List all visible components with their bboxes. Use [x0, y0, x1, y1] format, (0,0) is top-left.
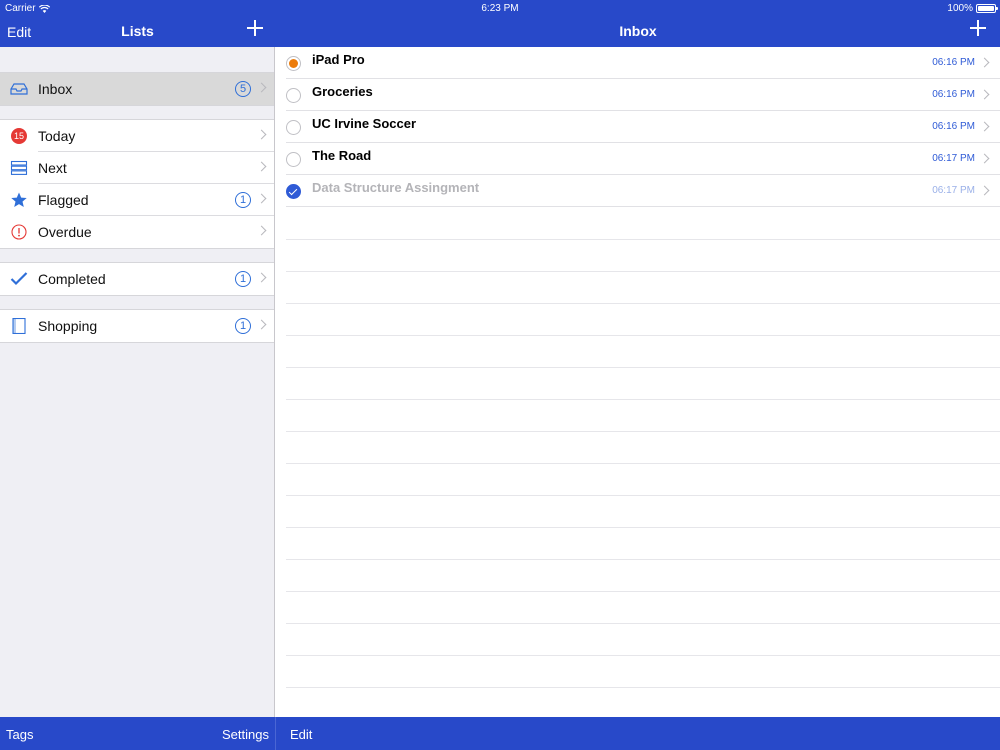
sidebar-item-flagged[interactable]: Flagged 1 — [0, 183, 274, 216]
sidebar-nav: Edit Lists — [0, 16, 275, 47]
checkmark-icon — [10, 272, 28, 286]
sidebar-item-label: Today — [38, 128, 76, 144]
battery-group: 100% — [947, 3, 998, 14]
empty-row-line — [286, 527, 1000, 528]
task-title: Groceries — [312, 84, 373, 99]
status-bar: Carrier 6:23 PM 100% — [0, 0, 1000, 16]
task-title: The Road — [312, 148, 372, 163]
task-time: 06:17 PM — [932, 185, 975, 196]
complete-radio[interactable] — [286, 120, 301, 135]
lists-title: Lists — [121, 23, 154, 39]
sidebar-item-today[interactable]: 15 Today — [0, 120, 274, 152]
empty-row-line — [286, 271, 1000, 272]
chevron-right-icon — [979, 89, 990, 100]
edit-tasks-button[interactable]: Edit — [290, 727, 312, 742]
battery-icon — [976, 4, 998, 13]
sidebar-item-completed[interactable]: Completed 1 — [0, 263, 274, 295]
task-row[interactable]: iPad Pro 06:16 PM — [286, 47, 1000, 79]
empty-row-line — [286, 367, 1000, 368]
task-list: iPad Pro 06:16 PM Groceries 06:16 PM UC … — [276, 47, 1000, 717]
toolbar-divider — [275, 717, 276, 750]
count-badge: 1 — [235, 318, 251, 334]
exclamation-circle-icon — [11, 224, 27, 240]
task-row[interactable]: Groceries 06:16 PM — [286, 79, 1000, 111]
chevron-right-icon — [979, 57, 990, 68]
star-icon — [11, 192, 27, 207]
bottom-toolbar: Tags Settings Edit — [0, 717, 1000, 750]
list-book-icon — [12, 318, 26, 334]
add-list-button[interactable] — [247, 20, 263, 36]
priority-radio[interactable] — [286, 56, 301, 71]
sidebar-item-label: Shopping — [38, 318, 98, 334]
sidebar-item-shopping[interactable]: Shopping 1 — [0, 310, 274, 342]
task-row[interactable]: The Road 06:17 PM — [286, 143, 1000, 175]
main-nav: Inbox — [276, 16, 1000, 47]
count-badge: 1 — [235, 271, 251, 287]
smart-lists-group: 15 Today Next Flagged 1 Overdue — [0, 119, 274, 249]
empty-row-line — [286, 495, 1000, 496]
chevron-right-icon — [256, 129, 267, 140]
sidebar-item-next[interactable]: Next — [0, 151, 274, 184]
inbox-tray-icon — [10, 83, 28, 95]
completed-group: Completed 1 — [0, 262, 274, 296]
chevron-right-icon — [256, 225, 267, 236]
status-time: 6:23 PM — [481, 3, 519, 14]
tags-button[interactable]: Tags — [6, 727, 33, 742]
empty-row-line — [286, 399, 1000, 400]
settings-button[interactable]: Settings — [222, 727, 269, 742]
battery-percent: 100% — [947, 3, 973, 14]
count-badge: 1 — [235, 192, 251, 208]
empty-row-line — [286, 303, 1000, 304]
chevron-right-icon — [979, 185, 990, 196]
chevron-right-icon — [256, 193, 267, 204]
sidebar-item-inbox[interactable]: Inbox 5 — [0, 73, 274, 105]
sidebar-item-label: Flagged — [38, 192, 89, 208]
empty-row-line — [286, 431, 1000, 432]
empty-row-line — [286, 559, 1000, 560]
empty-row-line — [286, 591, 1000, 592]
empty-row-line — [286, 335, 1000, 336]
top-bar: Carrier 6:23 PM 100% Edit Lists Inbox — [0, 0, 1000, 47]
inbox-group: Inbox 5 — [0, 72, 274, 106]
calendar-badge-icon: 15 — [11, 128, 27, 144]
chevron-right-icon — [256, 82, 267, 93]
empty-row-line — [286, 623, 1000, 624]
complete-radio[interactable] — [286, 88, 301, 103]
task-time: 06:16 PM — [932, 57, 975, 68]
chevron-right-icon — [256, 319, 267, 330]
task-time: 06:16 PM — [932, 89, 975, 100]
task-row[interactable]: Data Structure Assingment 06:17 PM — [286, 175, 1000, 207]
task-title: iPad Pro — [312, 52, 365, 67]
chevron-right-icon — [979, 153, 990, 164]
task-row[interactable]: UC Irvine Soccer 06:16 PM — [286, 111, 1000, 143]
completed-radio[interactable] — [286, 184, 301, 199]
chevron-right-icon — [256, 161, 267, 172]
inbox-title: Inbox — [619, 23, 657, 39]
task-time: 06:16 PM — [932, 121, 975, 132]
sidebar: Inbox 5 15 Today Next Flagged 1 Overdue … — [0, 47, 275, 717]
task-time: 06:17 PM — [932, 153, 975, 164]
empty-row-line — [286, 463, 1000, 464]
count-badge: 5 — [235, 81, 251, 97]
empty-row-line — [286, 239, 1000, 240]
task-title: Data Structure Assingment — [312, 180, 480, 195]
complete-radio[interactable] — [286, 152, 301, 167]
sidebar-item-label: Next — [38, 160, 67, 176]
task-title: UC Irvine Soccer — [312, 116, 417, 131]
chevron-right-icon — [256, 272, 267, 283]
sidebar-item-label: Completed — [38, 271, 106, 287]
empty-row-line — [286, 687, 1000, 688]
custom-lists-group: Shopping 1 — [0, 309, 274, 343]
empty-row-line — [286, 655, 1000, 656]
sidebar-item-overdue[interactable]: Overdue — [0, 215, 274, 248]
chevron-right-icon — [979, 121, 990, 132]
sidebar-item-label: Inbox — [38, 81, 73, 97]
add-task-button[interactable] — [970, 20, 986, 36]
sidebar-item-label: Overdue — [38, 224, 92, 240]
stack-icon — [10, 160, 28, 175]
